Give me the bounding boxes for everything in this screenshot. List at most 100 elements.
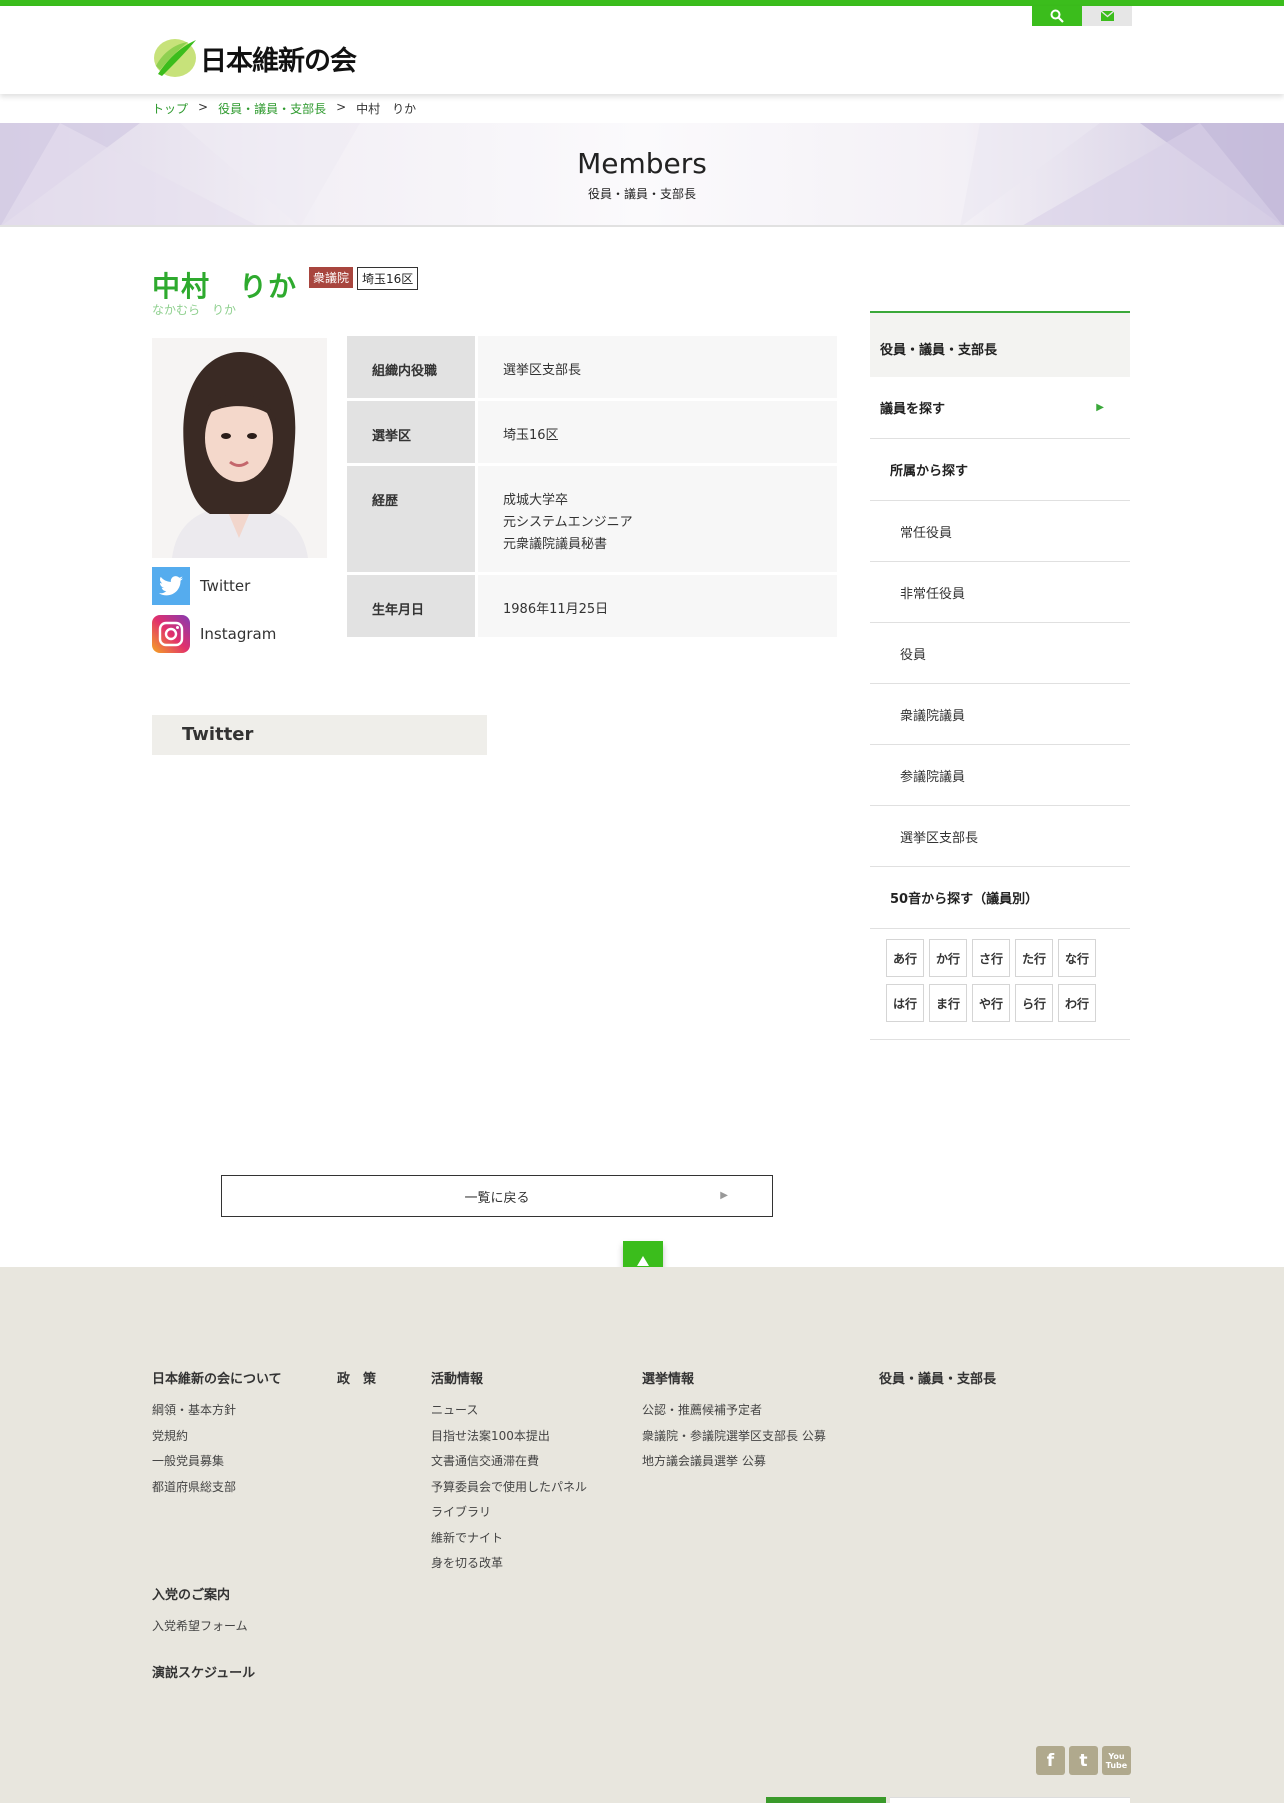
footer-election: 選挙情報 公認・推薦候補予定者 衆議院・参議院選挙区支部長 公募 地方議会議員選… xyxy=(642,1368,826,1478)
info-key: 経歴 xyxy=(347,466,475,572)
site-logo[interactable]: 日本維新の会 xyxy=(152,36,357,80)
footer-link[interactable]: 身を切る改革 xyxy=(431,1554,587,1580)
footer-banner[interactable] xyxy=(890,1797,1130,1803)
footer-heading[interactable]: 活動情報 xyxy=(431,1368,587,1387)
breadcrumb-section[interactable]: 役員・議員・支部長 xyxy=(218,100,326,117)
header-mail-button[interactable] xyxy=(1082,6,1132,26)
sidebar-item-label: 選挙区支部長 xyxy=(900,830,979,846)
instagram-link[interactable]: Instagram xyxy=(152,615,276,653)
kana-button-ma[interactable]: ま行 xyxy=(929,984,967,1022)
portrait-illustration xyxy=(152,338,327,558)
footer-heading[interactable]: 演説スケジュール xyxy=(152,1662,255,1681)
instagram-label: Instagram xyxy=(200,625,277,643)
youtube-icon[interactable]: You Tube xyxy=(1102,1746,1131,1775)
sidebar: 役員・議員・支部長 議員を探す ▶ 所属から探す 常任役員 非常任役員 役員 衆… xyxy=(870,311,1130,1040)
member-name-kana: なかむら りか xyxy=(152,303,237,317)
info-value: 埼玉16区 xyxy=(478,401,837,463)
footer-policy: 政 策 xyxy=(337,1368,376,1387)
kana-button-ra[interactable]: ら行 xyxy=(1015,984,1053,1022)
twitter-label: Twitter xyxy=(200,577,251,595)
sidebar-item-officers[interactable]: 役員 xyxy=(870,623,1130,684)
breadcrumb-current: 中村 りか xyxy=(356,102,417,116)
footer-heading[interactable]: 入党のご案内 xyxy=(152,1584,248,1603)
sidebar-item-search-members[interactable]: 議員を探す ▶ xyxy=(870,377,1130,439)
sidebar-item-label: 議員を探す xyxy=(880,402,946,417)
footer-link[interactable]: 党規約 xyxy=(152,1427,282,1453)
info-row: 組織内役職 選挙区支部長 xyxy=(347,336,837,398)
sidebar-title: 役員・議員・支部長 xyxy=(870,311,1130,377)
info-key: 組織内役職 xyxy=(347,336,475,398)
info-row: 生年月日 1986年11月25日 xyxy=(347,575,837,637)
sidebar-item-by-kana[interactable]: 50音から探す（議員別） xyxy=(870,867,1130,929)
kana-button-na[interactable]: な行 xyxy=(1058,939,1096,977)
footer-link[interactable]: ニュース xyxy=(431,1401,587,1427)
site-header: 日本維新の会 xyxy=(0,6,1284,94)
house-badge: 衆議院 xyxy=(309,267,354,288)
sidebar-item-label: 非常任役員 xyxy=(900,586,966,602)
member-info-table: 組織内役職 選挙区支部長 選挙区 埼玉16区 経歴 成城大学卒 元システムエンジ… xyxy=(347,336,837,640)
member-name: 中村 りか xyxy=(152,270,298,303)
kana-button-ta[interactable]: た行 xyxy=(1015,939,1053,977)
header-search-button[interactable] xyxy=(1032,6,1082,26)
footer-about: 日本維新の会について 綱領・基本方針 党規約 一般党員募集 都道府県総支部 xyxy=(152,1368,282,1503)
breadcrumb-home[interactable]: トップ xyxy=(152,100,188,117)
info-row: 選挙区 埼玉16区 xyxy=(347,401,837,463)
play-arrow-icon: ▶ xyxy=(720,1190,728,1201)
mail-icon xyxy=(1100,11,1114,21)
logo-leaf-icon xyxy=(154,39,196,77)
site-footer: 日本維新の会について 綱領・基本方針 党規約 一般党員募集 都道府県総支部 政 … xyxy=(0,1267,1284,1803)
kana-button-ka[interactable]: か行 xyxy=(929,939,967,977)
footer-join: 入党のご案内 入党希望フォーム xyxy=(152,1584,248,1643)
back-to-list-button[interactable]: 一覧に戻る ▶ xyxy=(221,1175,773,1217)
footer-link[interactable]: 一般党員募集 xyxy=(152,1452,282,1478)
footer-link[interactable]: 予算委員会で使用したパネル xyxy=(431,1478,587,1504)
page-title: Members xyxy=(577,147,707,180)
info-key: 生年月日 xyxy=(347,575,475,637)
footer-link[interactable]: 衆議院・参議院選挙区支部長 公募 xyxy=(642,1427,826,1453)
footer-heading[interactable]: 政 策 xyxy=(337,1368,376,1387)
kana-button-a[interactable]: あ行 xyxy=(886,939,924,977)
footer-banner[interactable] xyxy=(766,1797,886,1803)
sidebar-item-label: 衆議院議員 xyxy=(900,708,966,724)
sidebar-item-non-standing-officers[interactable]: 非常任役員 xyxy=(870,562,1130,623)
kana-index: あ行 か行 さ行 た行 な行 は行 ま行 や行 ら行 わ行 xyxy=(870,929,1130,1040)
footer-link[interactable]: 都道府県総支部 xyxy=(152,1478,282,1504)
sidebar-item-district-branch-heads[interactable]: 選挙区支部長 xyxy=(870,806,1130,867)
sidebar-item-standing-officers[interactable]: 常任役員 xyxy=(870,501,1130,562)
facebook-icon[interactable]: f xyxy=(1036,1746,1065,1775)
sidebar-item-label: 所属から探す xyxy=(890,464,969,479)
sidebar-item-house-of-representatives[interactable]: 衆議院議員 xyxy=(870,684,1130,745)
footer-link[interactable]: 目指せ法案100本提出 xyxy=(431,1427,587,1453)
play-arrow-icon: ▶ xyxy=(1096,402,1104,413)
arrow-up-icon xyxy=(637,1256,649,1266)
breadcrumb-separator: > xyxy=(336,100,347,114)
footer-heading[interactable]: 役員・議員・支部長 xyxy=(879,1368,996,1387)
footer-activity: 活動情報 ニュース 目指せ法案100本提出 文書通信交通滞在費 予算委員会で使用… xyxy=(431,1368,587,1580)
footer-heading[interactable]: 選挙情報 xyxy=(642,1368,826,1387)
info-row: 経歴 成城大学卒 元システムエンジニア 元衆議院議員秘書 xyxy=(347,466,837,572)
page-banner: Members 役員・議員・支部長 xyxy=(0,123,1284,227)
footer-link[interactable]: 維新でナイト xyxy=(431,1529,587,1555)
sidebar-item-house-of-councillors[interactable]: 参議院議員 xyxy=(870,745,1130,806)
sidebar-item-label: 役員 xyxy=(900,647,927,663)
footer-link[interactable]: 入党希望フォーム xyxy=(152,1617,248,1643)
kana-button-sa[interactable]: さ行 xyxy=(972,939,1010,977)
member-photo xyxy=(152,338,327,558)
footer-link[interactable]: 公認・推薦候補予定者 xyxy=(642,1401,826,1427)
footer-link[interactable]: ライブラリ xyxy=(431,1503,587,1529)
kana-button-wa[interactable]: わ行 xyxy=(1058,984,1096,1022)
footer-link[interactable]: 地方議会議員選挙 公募 xyxy=(642,1452,826,1478)
twitter-link[interactable]: Twitter xyxy=(152,567,250,605)
sidebar-item-label: 常任役員 xyxy=(900,525,953,541)
sidebar-item-by-affiliation[interactable]: 所属から探す xyxy=(870,439,1130,501)
kana-button-ha[interactable]: は行 xyxy=(886,984,924,1022)
footer-heading[interactable]: 日本維新の会について xyxy=(152,1368,282,1387)
twitter-icon[interactable]: t xyxy=(1069,1746,1098,1775)
kana-button-ya[interactable]: や行 xyxy=(972,984,1010,1022)
footer-link[interactable]: 文書通信交通滞在費 xyxy=(431,1452,587,1478)
page-subtitle: 役員・議員・支部長 xyxy=(587,187,696,201)
info-value: 成城大学卒 元システムエンジニア 元衆議院議員秘書 xyxy=(478,466,837,572)
footer-members: 役員・議員・支部長 xyxy=(879,1368,996,1387)
footer-link[interactable]: 綱領・基本方針 xyxy=(152,1401,282,1427)
breadcrumb: トップ > 役員・議員・支部長 > 中村 りか xyxy=(152,100,416,117)
